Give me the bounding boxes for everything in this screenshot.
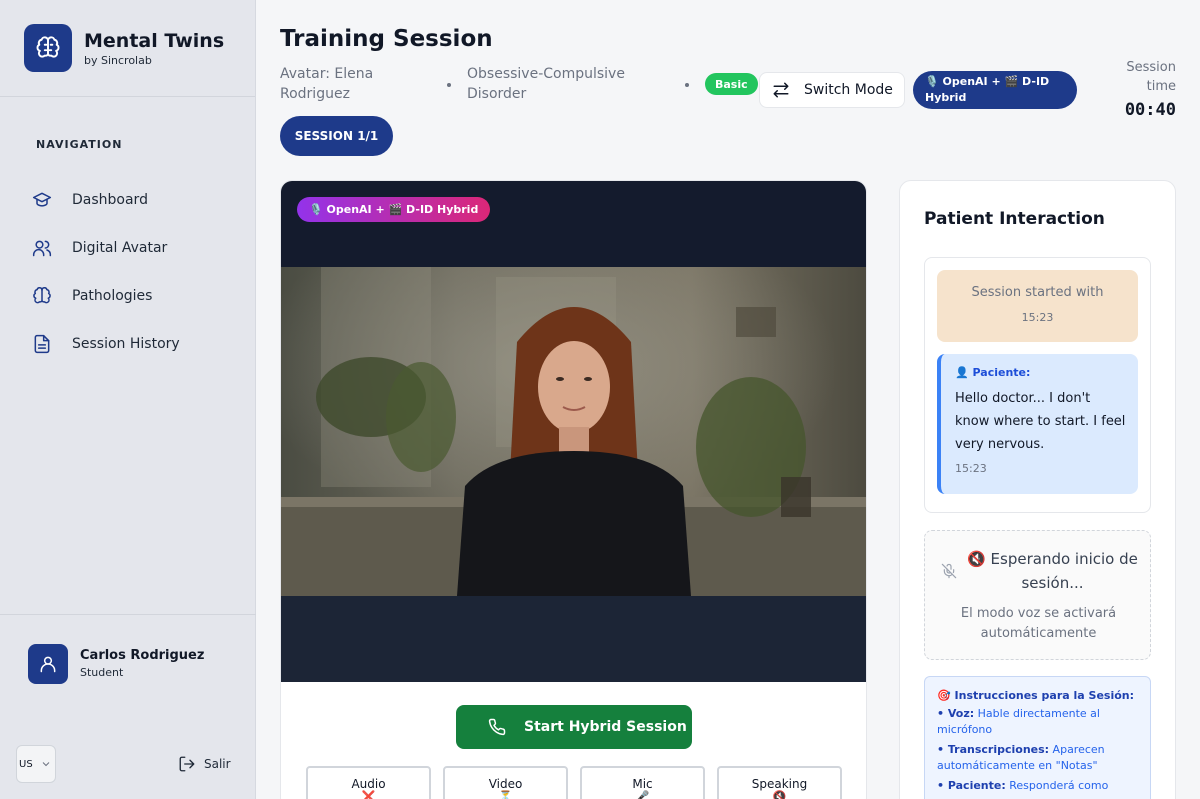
session-instructions: 🎯 Instrucciones para la Sesión: • Voz: H… <box>924 676 1151 799</box>
sidebar-item-label: Session History <box>72 336 180 352</box>
sidebar-item-label: Digital Avatar <box>72 240 168 256</box>
voice-waiting-box: 🔇 Esperando inicio de sesión... El modo … <box>924 530 1151 660</box>
user-name: Carlos Rodriguez <box>80 648 205 663</box>
patient-message-text: Hello doctor... I don't know where to st… <box>955 391 1126 452</box>
nav-list: Dashboard Digital Avatar Pathologies Ses… <box>24 176 234 368</box>
sidebar-item-digital-avatar[interactable]: Digital Avatar <box>24 224 234 272</box>
sidebar: Mental Twins by Sincrolab NAVIGATION Das… <box>0 0 256 799</box>
status-cross-icon: ❌ <box>361 790 376 799</box>
microphone-icon: 🎤 <box>635 790 650 799</box>
phone-icon <box>488 718 506 736</box>
sidebar-item-dashboard[interactable]: Dashboard <box>24 176 234 224</box>
patient-message: 👤 Paciente: Hello doctor... I don't know… <box>937 354 1138 494</box>
mic-status-tile: Mic 🎤 <box>580 766 705 799</box>
user-section: Carlos Rodriguez Student US Salir <box>0 614 256 799</box>
session-time-label: Session time <box>1126 60 1176 94</box>
panel-title: Patient Interaction <box>924 209 1105 229</box>
graduation-cap-icon <box>32 190 52 210</box>
chat-log[interactable]: Session started with 15:23 👤 Paciente: H… <box>924 257 1151 513</box>
instruction-item: • Voz: Hable directamente al micrófono <box>937 707 1100 736</box>
patient-interaction-panel: Patient Interaction Session started with… <box>899 180 1176 799</box>
page-title: Training Session <box>280 26 493 52</box>
brand: Mental Twins by Sincrolab <box>0 0 255 97</box>
session-counter: SESSION 1/1 <box>280 116 393 156</box>
instruction-item: • Paciente: Responderá como <box>937 779 1109 792</box>
avatar[interactable] <box>28 644 68 684</box>
switch-arrows-icon <box>773 82 789 98</box>
video-status-tile: Video ⏳ <box>443 766 568 799</box>
user-icon <box>40 656 56 673</box>
document-icon <box>32 334 52 354</box>
waiting-title: 🔇 Esperando inicio de sesión... <box>967 550 1138 592</box>
nav-heading: NAVIGATION <box>36 138 123 151</box>
start-session-label: Start Hybrid Session <box>524 719 687 735</box>
patient-label: 👤 Paciente: <box>955 366 1031 379</box>
video-footer <box>281 596 866 682</box>
video-area: 🎙️ OpenAI + 🎬 D-ID Hybrid <box>281 181 866 682</box>
level-badge: Basic <box>705 73 758 95</box>
hybrid-mode-badge: 🎙️ OpenAI + 🎬 D-ID Hybrid <box>297 197 491 222</box>
sidebar-item-session-history[interactable]: Session History <box>24 320 234 368</box>
separator-dot <box>685 83 689 87</box>
brain-logo-icon <box>24 24 72 72</box>
sidebar-item-pathologies[interactable]: Pathologies <box>24 272 234 320</box>
audio-status-tile: Audio ❌ <box>306 766 431 799</box>
app-name: Mental Twins <box>84 29 225 52</box>
language-value: US <box>19 758 33 770</box>
disorder-name: Obsessive-Compulsive Disorder <box>467 66 625 102</box>
hourglass-icon: ⏳ <box>498 790 513 799</box>
avatar-name: Avatar: Elena Rodriguez <box>280 66 374 102</box>
speaking-status-tile: Speaking 🔇 <box>717 766 842 799</box>
logout-button[interactable]: Salir <box>178 755 231 773</box>
switch-mode-label: Switch Mode <box>804 82 893 98</box>
instruction-item: • Transcripciones: Aparecen automáticame… <box>937 743 1105 772</box>
waiting-subtitle: El modo voz se activará automáticamente <box>960 606 1117 641</box>
message-time: 15:23 <box>955 462 987 475</box>
sidebar-item-label: Dashboard <box>72 192 148 208</box>
chevron-down-icon <box>40 758 52 773</box>
video-panel: 🎙️ OpenAI + 🎬 D-ID Hybrid Start Hybrid S… <box>280 180 867 799</box>
system-message: Session started with 15:23 <box>937 270 1138 342</box>
logout-label: Salir <box>204 757 231 771</box>
brain-icon <box>32 286 52 306</box>
muted-speaker-icon: 🔇 <box>772 790 787 799</box>
mic-off-icon <box>941 563 957 583</box>
start-session-button[interactable]: Start Hybrid Session <box>456 705 692 749</box>
logout-icon <box>179 756 195 772</box>
language-select[interactable]: US <box>16 745 56 783</box>
mode-badge: 🎙️ OpenAI + 🎬 D-ID Hybrid <box>913 71 1077 109</box>
message-time: 15:23 <box>1021 311 1054 324</box>
app-subtitle: by Sincrolab <box>84 53 152 67</box>
avatar-video[interactable] <box>281 267 866 596</box>
separator-dot <box>447 83 451 87</box>
users-icon <box>32 238 52 258</box>
switch-mode-button[interactable]: Switch Mode <box>759 72 905 108</box>
sidebar-item-label: Pathologies <box>72 288 153 304</box>
instructions-title: 🎯 Instrucciones para la Sesión: <box>937 689 1135 702</box>
user-role: Student <box>80 666 124 679</box>
session-timer: 00:40 <box>1124 100 1176 120</box>
